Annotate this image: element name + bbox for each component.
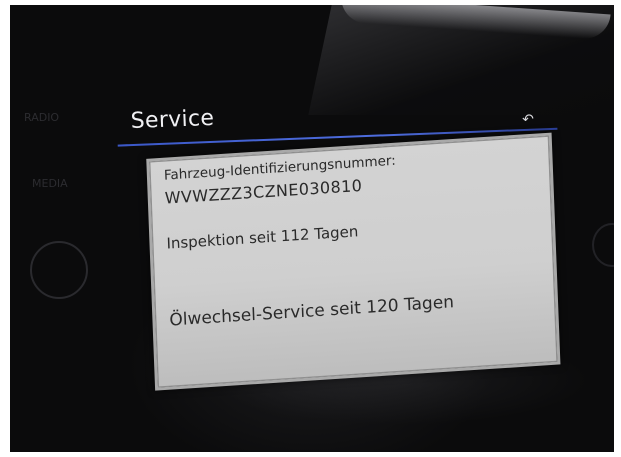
photo-frame: RADIO MEDIA Service ↶ Fahrzeug-Identifiz… [10,5,614,452]
inspection-status: Inspektion seit 112 Tagen [166,222,359,253]
side-button-radio[interactable]: RADIO [24,111,59,124]
side-button-media[interactable]: MEDIA [32,177,68,190]
service-info-panel: Fahrzeug-Identifizierungsnummer: WVWZZZ3… [146,132,561,391]
oil-service-status: Ölwechsel-Service seit 120 Tagen [169,292,455,331]
back-button[interactable]: ↶ [519,110,538,129]
back-arrow-icon: ↶ [521,111,535,129]
infotainment-screen: Service ↶ Fahrzeug-Identifizierungsnumme… [106,81,614,406]
volume-knob[interactable] [30,241,88,299]
page-title: Service [130,105,215,135]
